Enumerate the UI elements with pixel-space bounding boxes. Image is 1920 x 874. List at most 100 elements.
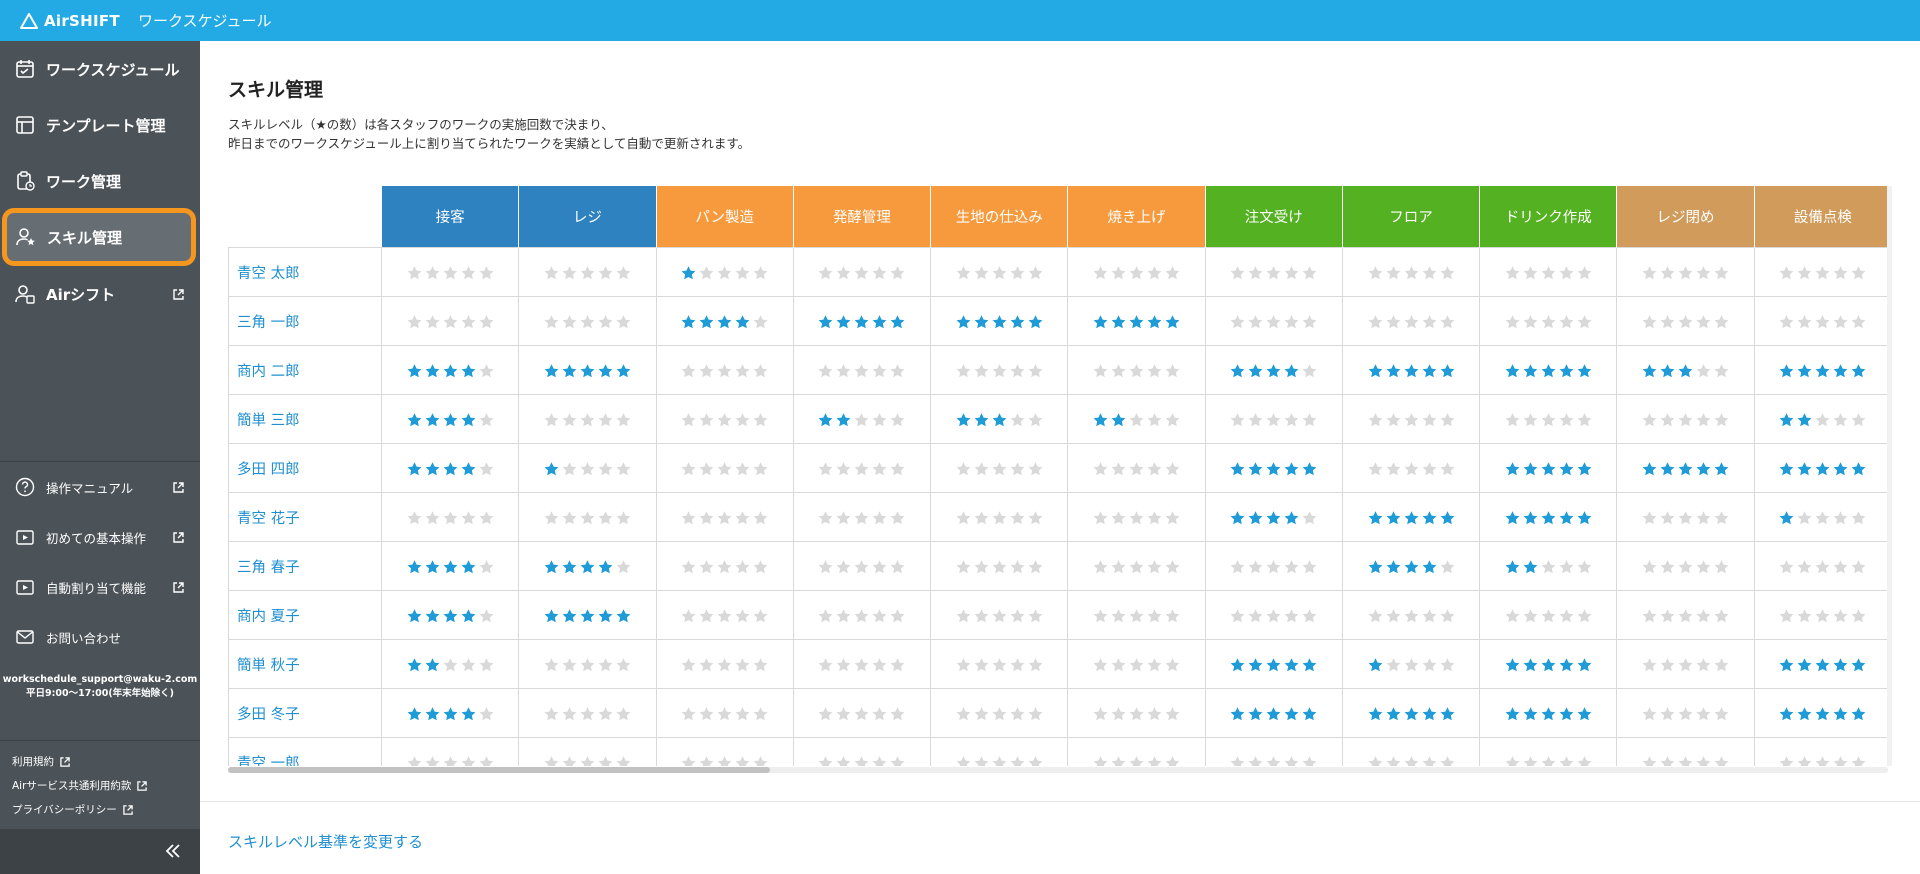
star-icon [735, 756, 750, 766]
star-icon [855, 462, 869, 476]
scrollbar-thumb[interactable] [228, 767, 770, 773]
star-icon [1833, 609, 1848, 623]
star-icon [1505, 658, 1520, 672]
star-icon [443, 462, 458, 476]
star-icon [616, 658, 631, 672]
staff-name-link[interactable]: 多田 四郎 [228, 443, 383, 493]
vertical-scrollbar[interactable] [1887, 186, 1892, 766]
staff-name-link[interactable]: 三角 春子 [228, 541, 383, 591]
sidebar-item-skill-management[interactable]: スキル管理 [2, 208, 196, 266]
star-icon [819, 756, 833, 766]
skill-column-header: パン製造 [656, 186, 794, 248]
sidebar-link-contact[interactable]: お問い合わせ [0, 617, 200, 657]
staff-name-link[interactable]: 青空 太郎 [228, 247, 383, 297]
skill-table-container[interactable]: 接客 レジ パン製造 発酵管理 生地の仕込み 焼き上げ 注文受け フロア ドリンク作成 レジ閉め設… [228, 186, 1892, 766]
star-icon [699, 511, 714, 525]
staff-name-link[interactable]: 三角 一郎 [228, 296, 383, 346]
star-icon [1851, 609, 1866, 623]
star-icon [1129, 756, 1144, 766]
double-chevron-left-icon[interactable] [164, 842, 182, 860]
star-rating [406, 412, 495, 428]
external-link-icon [173, 481, 184, 493]
star-rating [1504, 265, 1593, 281]
star-icon [1541, 315, 1556, 329]
star-icon [1010, 315, 1025, 329]
sidebar-link-manual[interactable]: 操作マニュアル [0, 467, 200, 507]
star-icon [1523, 756, 1538, 766]
star-icon [1093, 462, 1108, 476]
star-rating [955, 559, 1044, 575]
legal-link-privacy[interactable]: プライバシーポリシー [12, 802, 133, 817]
star-rating [1367, 657, 1456, 673]
star-icon [717, 315, 732, 329]
star-icon [873, 462, 887, 476]
sidebar-link-basics[interactable]: 初めての基本操作 [0, 517, 200, 557]
star-icon [1440, 413, 1454, 427]
staff-name-link[interactable]: 青空 花子 [228, 492, 383, 542]
sidebar-item-airshift[interactable]: Airシフト [0, 266, 200, 322]
brand-logo[interactable]: AirSHIFT [20, 12, 120, 30]
star-rating [1092, 559, 1181, 575]
skill-level-cell [1753, 688, 1892, 738]
external-link-icon [173, 581, 184, 593]
star-icon [735, 609, 750, 623]
sidebar-link-auto-assign[interactable]: 自動割り当て機能 [0, 567, 200, 607]
star-icon [443, 707, 458, 721]
skill-column-header: 接客 [381, 186, 520, 248]
staff-name-link[interactable]: 商内 二郎 [228, 345, 383, 395]
star-icon [1386, 266, 1400, 280]
skill-level-cell [381, 590, 520, 640]
star-rating [406, 314, 495, 330]
star-icon [1111, 609, 1126, 623]
star-icon [992, 756, 1007, 766]
sidebar-item-work-management[interactable]: ワーク管理 [0, 153, 200, 209]
star-icon [1010, 560, 1025, 574]
star-icon [1815, 707, 1830, 721]
star-icon [1386, 364, 1400, 378]
skill-level-cell [518, 541, 657, 591]
skill-level-cell [1341, 394, 1481, 444]
sidebar-item-template[interactable]: テンプレート管理 [0, 97, 200, 153]
star-rating [1778, 265, 1867, 281]
star-icon [407, 511, 422, 525]
horizontal-scrollbar[interactable] [228, 767, 1888, 773]
star-icon [1440, 462, 1454, 476]
star-icon [992, 560, 1007, 574]
star-icon [735, 462, 750, 476]
star-icon [1577, 511, 1592, 525]
legal-link-common-terms[interactable]: Airサービス共通利用約款 [12, 778, 148, 793]
star-icon [443, 560, 458, 574]
skill-level-cell [1204, 394, 1343, 444]
star-icon [407, 658, 422, 672]
star-rating [1092, 363, 1181, 379]
legal-link-terms[interactable]: 利用規約 [12, 754, 70, 769]
star-icon [1010, 364, 1025, 378]
star-rating [1229, 657, 1318, 673]
star-icon [1129, 413, 1144, 427]
star-icon [1368, 315, 1382, 329]
staff-name-link[interactable]: 多田 冬子 [228, 688, 383, 738]
skill-level-cell [381, 345, 520, 395]
staff-name-link[interactable]: 青空 一郎 [228, 737, 383, 766]
star-icon [1302, 658, 1317, 672]
skill-level-cell [1479, 590, 1618, 640]
contact-info: workschedule_support@waku-2.com 平日9:00〜1… [0, 673, 200, 701]
change-skill-criteria-link[interactable]: スキルレベル基準を変更する [228, 831, 423, 852]
star-icon [1129, 560, 1144, 574]
star-icon [1302, 462, 1317, 476]
star-icon [1230, 462, 1245, 476]
star-icon [1129, 266, 1144, 280]
star-rating [1504, 461, 1593, 477]
star-icon [855, 266, 869, 280]
star-rating [680, 461, 769, 477]
skill-level-cell [655, 296, 794, 346]
star-icon [598, 413, 613, 427]
staff-name-link[interactable]: 簡単 三郎 [228, 394, 383, 444]
sidebar-item-work-schedule[interactable]: ワークスケジュール [0, 41, 200, 97]
star-icon [1559, 462, 1574, 476]
star-icon [1302, 609, 1317, 623]
star-icon [1284, 658, 1299, 672]
staff-name-link[interactable]: 簡単 秋子 [228, 639, 383, 689]
staff-name-link[interactable]: 商内 夏子 [228, 590, 383, 640]
star-rating [543, 363, 632, 379]
